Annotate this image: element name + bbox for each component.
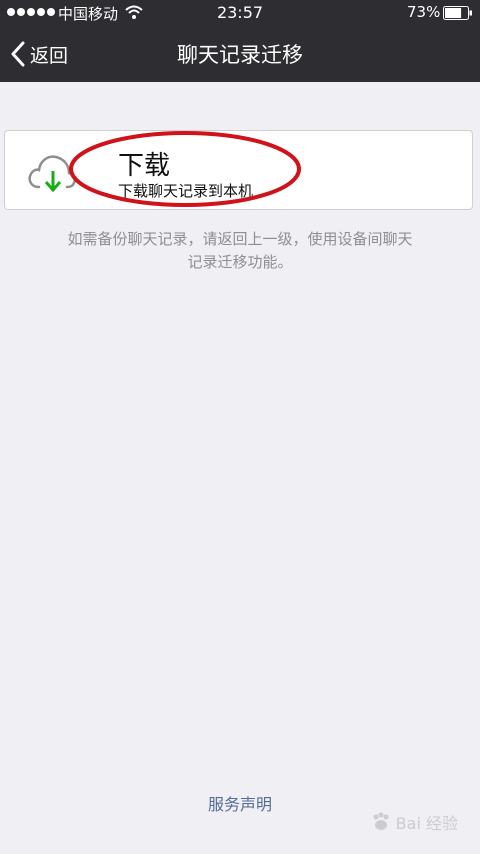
watermark: Bai 经验 <box>370 810 458 834</box>
battery-percent: 73% <box>407 3 441 21</box>
info-line-2: 记录迁移功能。 <box>187 253 293 271</box>
chevron-left-icon <box>11 41 25 67</box>
back-label: 返回 <box>30 44 69 67</box>
paw-icon <box>373 812 389 830</box>
navigation-bar: 返回 聊天记录迁移 <box>0 26 480 82</box>
download-button[interactable]: 下载 下载聊天记录到本机 <box>4 130 473 210</box>
watermark-text: Bai 经验 <box>395 814 458 833</box>
page-title: 聊天记录迁移 <box>177 43 303 67</box>
back-button[interactable]: 返回 <box>10 38 68 70</box>
download-subtitle: 下载聊天记录到本机 <box>118 182 254 200</box>
screen: 中国移动 23:57 73% 返回 聊天记录迁移 下载 下载聊天记录到本机 如需… <box>0 0 480 854</box>
cloud-download-icon <box>28 155 77 193</box>
battery-icon <box>443 6 472 20</box>
download-title: 下载 <box>118 151 171 181</box>
status-bar: 中国移动 23:57 73% <box>0 0 480 26</box>
info-line-1: 如需备份聊天记录，请返回上一级，使用设备间聊天 <box>67 230 413 248</box>
info-text: 如需备份聊天记录，请返回上一级，使用设备间聊天 记录迁移功能。 <box>0 228 480 274</box>
